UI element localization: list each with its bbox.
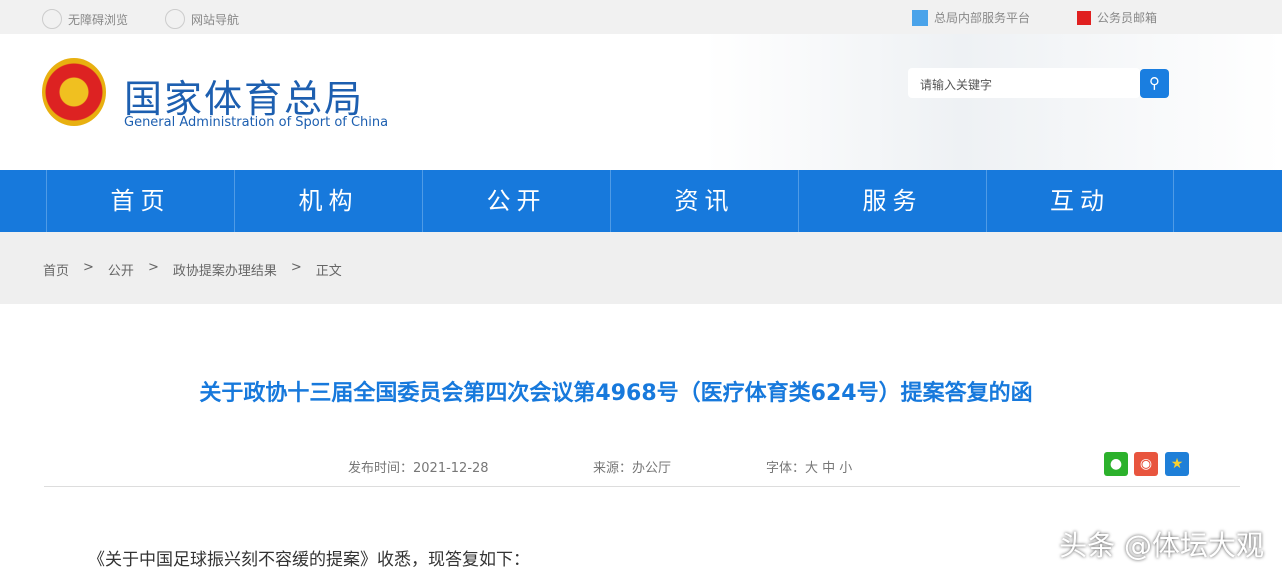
- breadcrumb-public[interactable]: 公开: [108, 260, 134, 304]
- nav-home[interactable]: 首页: [46, 170, 234, 232]
- nav-services[interactable]: 服务: [798, 170, 986, 232]
- sitemap-icon: [165, 9, 185, 29]
- accessibility-label: 无障碍浏览: [68, 12, 129, 27]
- monitor-icon: [912, 9, 928, 26]
- article-body: 《关于中国足球振兴刻不容缓的提案》收悉，现答复如下：: [88, 550, 530, 570]
- accessibility-link[interactable]: 无障碍浏览: [42, 9, 128, 29]
- watermark: 头条 @体坛大观: [1059, 529, 1264, 562]
- nav-organization[interactable]: 机构: [234, 170, 422, 232]
- favorite-star-icon[interactable]: ★: [1165, 452, 1189, 476]
- internal-platform-link[interactable]: 总局内部服务平台: [912, 9, 1030, 26]
- mail-label: 公务员邮箱: [1097, 11, 1158, 25]
- breadcrumb-separator: >: [290, 260, 302, 275]
- mail-icon: [1077, 10, 1091, 25]
- sitemap-label: 网站导航: [191, 12, 240, 27]
- internal-label: 总局内部服务平台: [934, 11, 1031, 25]
- breadcrumb-proposals[interactable]: 政协提案办理结果: [173, 260, 277, 304]
- breadcrumb: 首页 > 公开 > 政协提案办理结果 > 正文: [0, 232, 1282, 304]
- divider: [44, 486, 1240, 487]
- mail-link[interactable]: 公务员邮箱: [1077, 9, 1157, 26]
- nav-public[interactable]: 公开: [422, 170, 610, 232]
- search-button[interactable]: ⚲: [1140, 69, 1169, 98]
- main-nav: 首页 机构 公开 资讯 服务 互动: [0, 170, 1282, 232]
- top-bar: 无障碍浏览 网站导航 总局内部服务平台 公务员邮箱: [0, 0, 1282, 34]
- breadcrumb-current: 正文: [315, 264, 342, 279]
- header: 国家体育总局 General Administration of Sport o…: [0, 34, 1282, 170]
- font-size-selector[interactable]: 字体：大 中 小: [766, 457, 852, 476]
- breadcrumb-home[interactable]: 首页: [43, 260, 69, 304]
- publish-date: 发布时间：2021-12-28: [348, 461, 489, 476]
- nav-interaction[interactable]: 互动: [986, 170, 1174, 232]
- search-icon: ⚲: [1149, 74, 1160, 92]
- article-title: 关于政协十三届全国委员会第四次会议第4968号（医疗体育类624号）提案答复的函: [199, 381, 1033, 406]
- search-input[interactable]: 请输入关键字: [908, 68, 1140, 98]
- nav-news[interactable]: 资讯: [610, 170, 798, 232]
- article-source: 来源：办公厅: [593, 461, 672, 476]
- weibo-share-icon[interactable]: ◉: [1134, 452, 1158, 476]
- national-emblem-logo: [42, 58, 106, 126]
- breadcrumb-separator: >: [83, 260, 94, 275]
- sitemap-link[interactable]: 网站导航: [165, 9, 239, 29]
- accessibility-icon: [42, 9, 62, 29]
- wechat-share-icon[interactable]: ●: [1104, 452, 1128, 476]
- site-title-en: General Administration of Sport of China: [124, 115, 389, 130]
- breadcrumb-separator: >: [147, 260, 159, 275]
